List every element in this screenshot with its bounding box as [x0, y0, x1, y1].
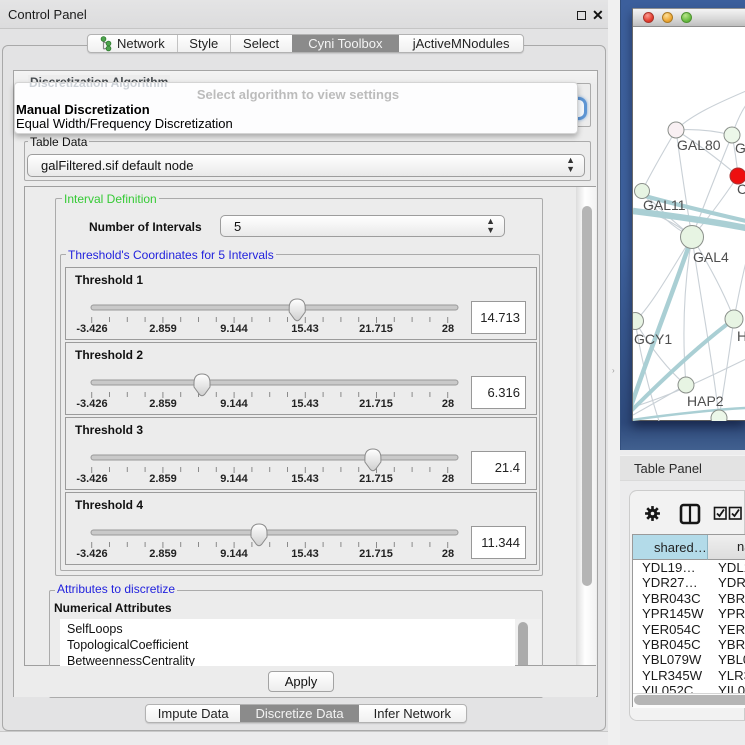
svg-text:C: C — [737, 181, 745, 197]
svg-text:H: H — [737, 328, 745, 344]
svg-text:HAP2: HAP2 — [687, 393, 724, 409]
svg-text:GA: GA — [735, 140, 745, 156]
svg-text:GAL80: GAL80 — [677, 137, 721, 153]
svg-text:GAL11: GAL11 — [643, 197, 686, 213]
svg-text:GAL4: GAL4 — [693, 249, 729, 265]
svg-text:GCY1: GCY1 — [634, 331, 672, 347]
